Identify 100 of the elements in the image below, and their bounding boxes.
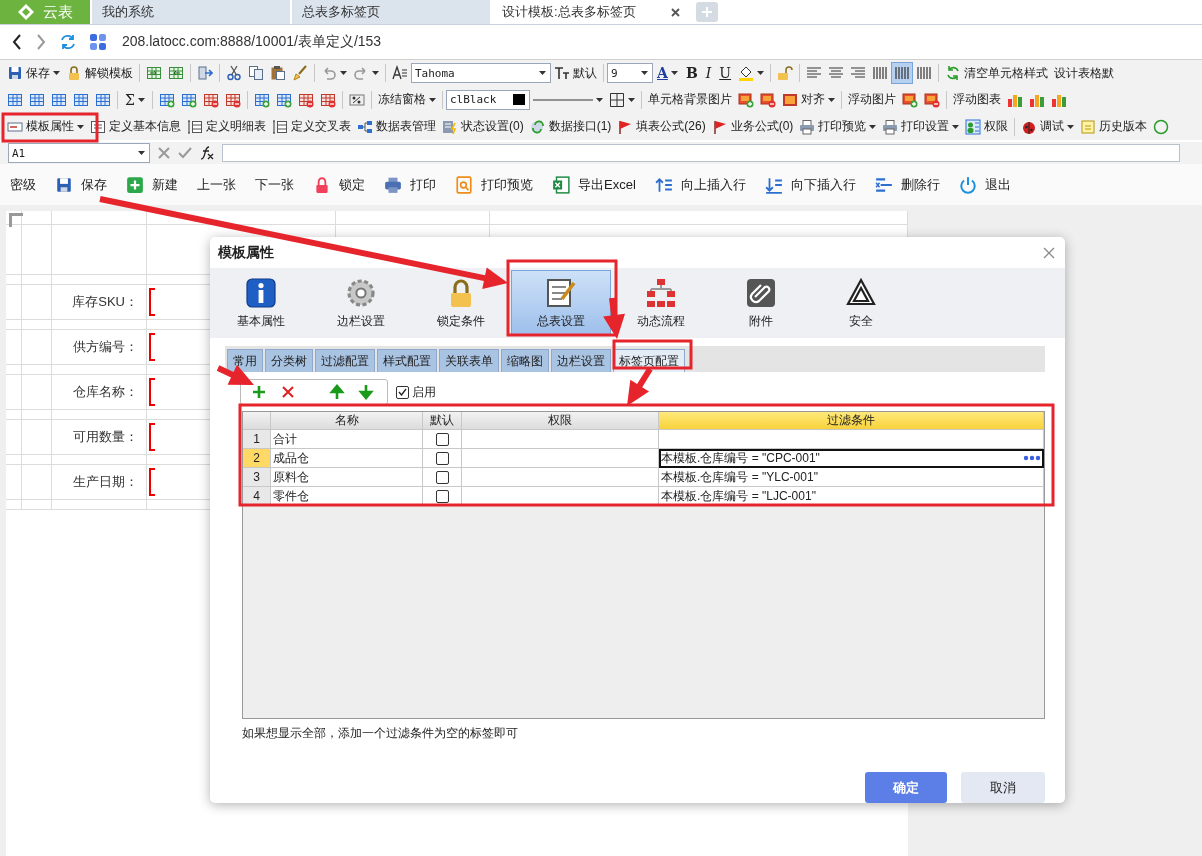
refresh-icon[interactable] (60, 34, 76, 50)
category-button[interactable]: 基本属性 (229, 270, 293, 337)
format-button[interactable]: Σ (121, 88, 149, 111)
toolbar-button[interactable]: 历史版本 (1077, 115, 1151, 138)
back-icon[interactable] (12, 34, 22, 50)
settings-tab[interactable]: 分类树 (265, 349, 313, 372)
formula-input[interactable] (222, 144, 1180, 162)
action-button[interactable]: 退出 (958, 175, 1011, 194)
action-button[interactable]: 下一张 (255, 175, 294, 194)
settings-tab[interactable]: 常用 (227, 349, 263, 372)
checkbox[interactable] (435, 451, 449, 465)
font-size-dropdown[interactable]: 9 (607, 63, 653, 83)
row-number[interactable]: 1 (243, 430, 271, 449)
sheet-cell (22, 365, 52, 375)
filter-cell[interactable]: 本模板.仓库编号 = "YLC-001" (659, 468, 1044, 487)
check-icon[interactable] (178, 147, 192, 159)
action-button[interactable]: 新建 (126, 175, 178, 194)
picture-minus-icon (923, 91, 940, 108)
format-button[interactable]: A (653, 62, 682, 84)
toolbar-button[interactable]: 单元格背景图片 (644, 88, 735, 111)
font-dropdown[interactable]: Tahoma (411, 63, 551, 83)
toolbar-button[interactable]: 浮动图片 (844, 88, 899, 111)
checkbox[interactable] (435, 432, 449, 446)
filter-cell[interactable]: 本模板.仓库编号 = "CPC-001" (659, 449, 1044, 468)
settings-tab[interactable]: 过滤配置 (315, 349, 375, 372)
browser-tab[interactable]: 我的系统 (92, 0, 290, 24)
toolbar-button[interactable]: 清空单元格样式 (942, 62, 1052, 84)
close-icon[interactable] (1043, 246, 1055, 259)
category-button[interactable]: 动态流程 (629, 270, 693, 337)
action-button[interactable]: 保存 (55, 175, 107, 194)
toolbar-button[interactable]: 数据表管理 (354, 115, 439, 138)
toolbar-button[interactable]: 设计表格默 (1051, 62, 1118, 84)
annotation-arrow (603, 297, 625, 339)
toolbar-button[interactable]: 打印预览 (796, 115, 880, 138)
checkbox[interactable] (396, 385, 409, 399)
cancel-icon[interactable] (158, 147, 170, 159)
close-icon[interactable] (671, 7, 680, 17)
row-number[interactable]: 2 (243, 449, 271, 468)
cancel-button[interactable]: 取消 (961, 772, 1045, 803)
apps-icon[interactable] (90, 34, 106, 50)
more-icon[interactable] (1023, 455, 1041, 461)
sheet-cell (22, 275, 52, 285)
toolbar-button[interactable]: 业务公式(0) (708, 115, 797, 138)
color-dropdown[interactable]: clBlack (445, 89, 530, 110)
format-button[interactable]: B (681, 62, 702, 84)
forward-icon[interactable] (36, 34, 46, 50)
settings-tab[interactable]: 关联表单 (439, 349, 499, 372)
action-button[interactable]: 向下插入行 (764, 175, 856, 194)
toolbar-button[interactable]: 默认 (551, 62, 600, 84)
column-header[interactable]: 过滤条件 (659, 412, 1044, 430)
toolbar-button[interactable]: 浮动图表 (949, 88, 1004, 111)
format-button[interactable]: I (701, 62, 716, 84)
checkbox[interactable] (435, 489, 449, 503)
toolbar-button[interactable]: 权限 (962, 115, 1012, 138)
action-button[interactable]: 删除行 (874, 175, 940, 194)
browser-tab[interactable]: 总表多标签页 (292, 0, 490, 24)
cell-reference-dropdown[interactable]: A1 (8, 143, 150, 163)
column-header[interactable]: 名称 (271, 412, 423, 430)
sheet-cell (6, 330, 22, 365)
settings-tab[interactable]: 缩略图 (501, 349, 549, 372)
action-button[interactable]: 打印 (384, 175, 436, 194)
settings-tab[interactable]: 样式配置 (377, 349, 437, 372)
undo-icon (321, 65, 337, 81)
toolbar-button[interactable]: 数据接口(1) (526, 115, 615, 138)
action-button[interactable]: 上一张 (197, 175, 236, 194)
toolbar-button[interactable]: 定义明细表 (184, 115, 269, 138)
toolbar-button[interactable]: 模板属性 (4, 115, 87, 138)
format-button[interactable]: U (715, 62, 736, 84)
toolbar-button[interactable]: 冻结窗格 (374, 88, 439, 111)
toolbar-button[interactable]: 解锁模板 (63, 62, 136, 84)
action-button[interactable]: 导出Excel (552, 175, 636, 194)
category-button[interactable]: 附件 (729, 270, 793, 337)
address-url[interactable]: 208.latocc.com:8888/10001/表单定义/153 (122, 33, 382, 51)
toolbar-button[interactable]: 打印设置 (879, 115, 963, 138)
filter-cell[interactable] (659, 430, 1044, 449)
column-header[interactable]: 默认 (423, 412, 462, 430)
table-minus-icon (319, 91, 336, 108)
category-button[interactable]: 边栏设置 (329, 270, 393, 337)
dialog-title: 模板属性 (218, 243, 274, 262)
toolbar-button[interactable]: 定义交叉表 (269, 115, 354, 138)
toolbar-button[interactable]: 保存 (4, 62, 63, 84)
category-button[interactable]: 总表设置 (511, 270, 611, 337)
toolbar-button[interactable]: 状态设置(0) (439, 115, 527, 138)
vertical-lines-icon (894, 65, 911, 81)
column-header[interactable]: 权限 (462, 412, 659, 430)
toolbar-button[interactable]: 填表公式(26) (614, 115, 709, 138)
toolbar-button[interactable]: 对齐 (778, 88, 838, 111)
category-button[interactable]: 安全 (829, 270, 893, 337)
action-button[interactable]: 打印预览 (455, 175, 533, 194)
toolbar-button[interactable]: 定义基本信息 (87, 115, 184, 138)
checkbox[interactable] (435, 470, 449, 484)
padlock-icon (66, 65, 82, 81)
toolbar-button[interactable]: 调试 (1018, 115, 1078, 138)
row-number[interactable]: 3 (243, 468, 271, 487)
category-button[interactable]: 锁定条件 (429, 270, 493, 337)
action-button[interactable]: 向上插入行 (654, 175, 746, 194)
action-button[interactable]: 密级 (10, 175, 36, 194)
confirm-button[interactable]: 确定 (865, 772, 947, 803)
settings-tab[interactable]: 边栏设置 (551, 349, 611, 372)
action-button[interactable]: 锁定 (313, 175, 365, 194)
